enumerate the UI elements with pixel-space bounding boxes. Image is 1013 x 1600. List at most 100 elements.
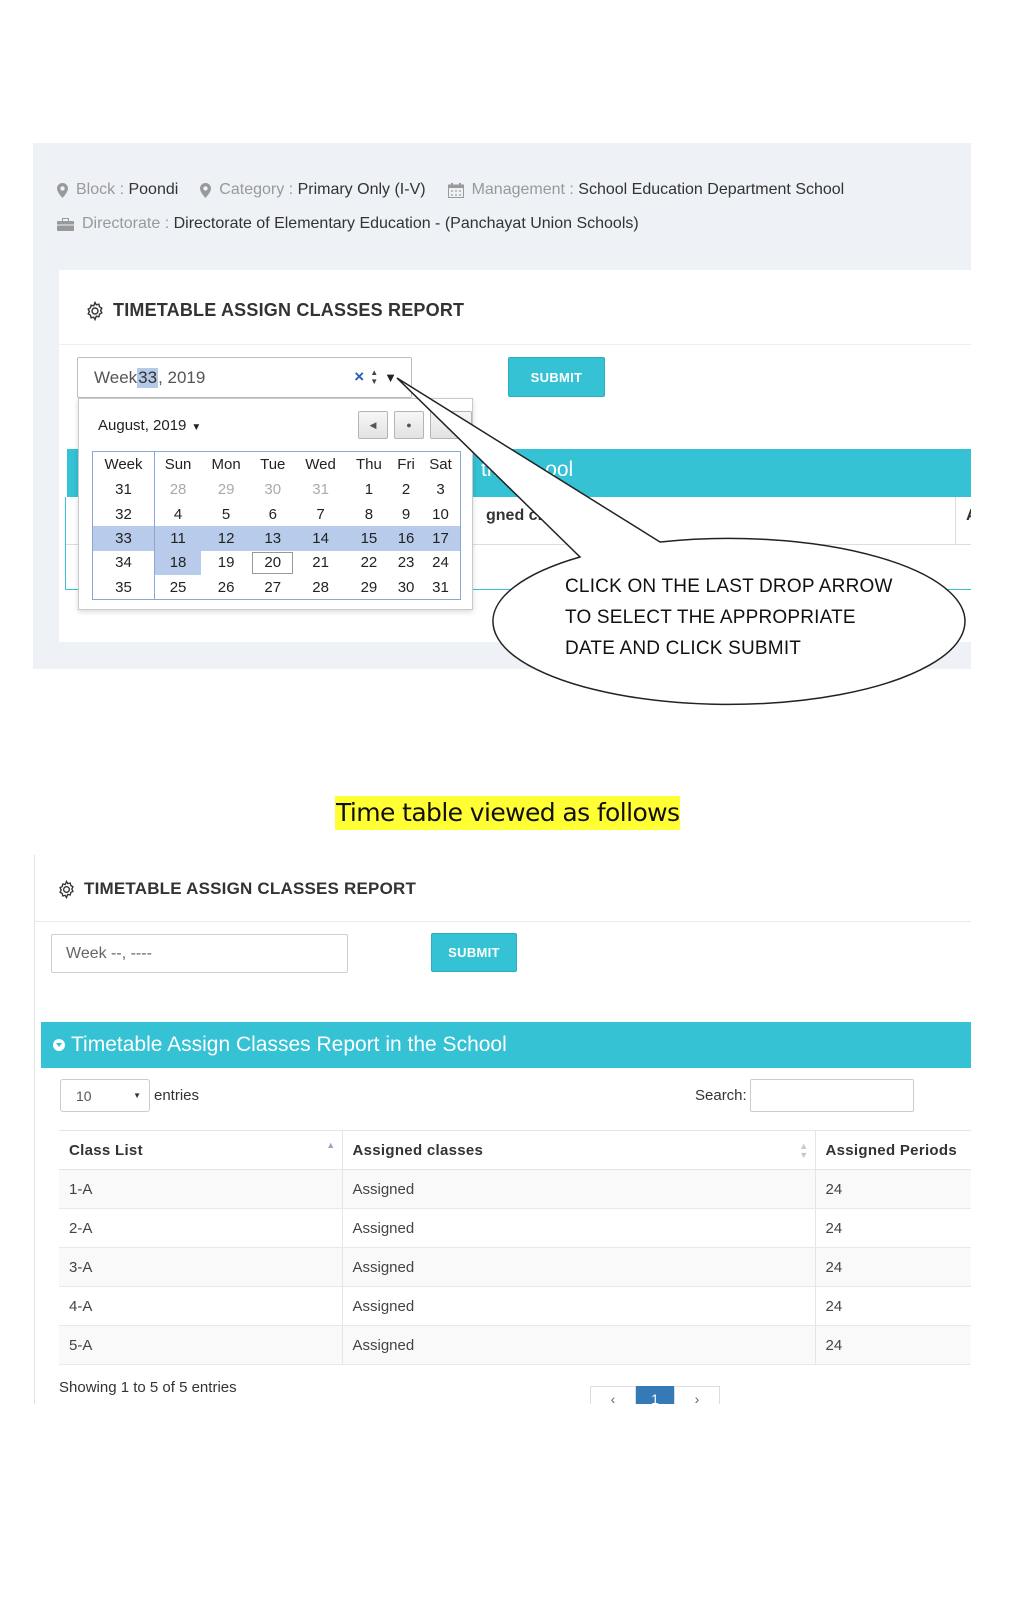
calendar-weekday-header: Week bbox=[92, 451, 155, 478]
search-input[interactable] bbox=[750, 1079, 914, 1112]
clear-icon[interactable]: × bbox=[354, 367, 364, 387]
week-datepicker-popup: August, 2019 ▼ ◀ ● ▶ Week Sun Mon Tue Wed Thu F… bbox=[78, 398, 473, 610]
month-selector[interactable]: August, 2019 ▼ bbox=[98, 417, 201, 434]
gear-icon bbox=[57, 879, 76, 899]
assign-classes-table: Class List ▲ Assigned classes ▲ ▼ Assigned … bbox=[59, 1130, 971, 1365]
calendar-day[interactable]: 5 bbox=[201, 502, 251, 526]
management-label: Management : bbox=[471, 181, 574, 198]
caption-highlight: Time table viewed as follows bbox=[335, 796, 681, 830]
calendar-day[interactable]: 20 bbox=[251, 551, 294, 575]
calendar-day[interactable]: 27 bbox=[251, 575, 294, 599]
calendar-day[interactable]: 3 bbox=[421, 478, 460, 502]
calendar-day[interactable]: 31 bbox=[294, 478, 346, 502]
calendar-week-row[interactable]: 33 11 12 13 14 15 16 17 bbox=[92, 526, 461, 551]
calendar-week-number[interactable]: 32 bbox=[92, 501, 155, 527]
school-info-line-1: Block : Poondi Category : Primary Only (… bbox=[57, 181, 866, 199]
calendar-day[interactable]: 18 bbox=[154, 550, 202, 576]
table-cell-class: 2-A bbox=[59, 1208, 342, 1248]
column-header-fragment: ɡned clas bbox=[486, 507, 560, 524]
calendar-day[interactable]: 6 bbox=[251, 502, 294, 526]
calendar-week-row[interactable]: 32 4 5 6 7 8 9 10 bbox=[92, 501, 461, 527]
calendar-week-row[interactable]: 34 18 19 20 21 22 23 24 bbox=[92, 550, 461, 576]
chevron-down-icon: ▼ bbox=[133, 1091, 141, 1100]
week-picker-input[interactable]: Week 33, 2019 × ▲ ▼ ▼ bbox=[77, 357, 412, 398]
calendar-day[interactable]: 29 bbox=[201, 478, 251, 502]
report-panel-header[interactable]: Timetable Assign Classes Report in the S… bbox=[41, 1022, 971, 1068]
today-button[interactable]: ● bbox=[394, 411, 424, 439]
submit-button[interactable]: SUBMIT bbox=[508, 357, 605, 397]
calendar-week-row[interactable]: 35 25 26 27 28 29 30 31 bbox=[92, 575, 461, 600]
block-info: Block : Poondi bbox=[57, 181, 178, 199]
map-pin-icon bbox=[200, 182, 212, 198]
calendar-weekday-header: Thu bbox=[355, 456, 382, 474]
column-header-assigned-classes[interactable]: Assigned classes ▲ ▼ bbox=[341, 1130, 815, 1170]
directorate-label: Directorate : bbox=[82, 215, 170, 232]
calendar-day[interactable]: 30 bbox=[251, 478, 294, 502]
calendar-header-row: Week Sun Mon Tue Wed Thu Fri Sat bbox=[92, 451, 461, 478]
calendar-day[interactable]: 12 bbox=[201, 526, 252, 551]
report-panel: Timetable Assign Classes Report in the S… bbox=[41, 1022, 971, 1404]
column-header-assigned-periods[interactable]: Assigned Periods bbox=[814, 1130, 971, 1170]
calendar-week-number[interactable]: 35 bbox=[92, 575, 155, 600]
calendar-day[interactable]: 15 bbox=[346, 526, 392, 551]
table-cell-class: 5-A bbox=[59, 1325, 342, 1365]
calendar-day[interactable]: 19 bbox=[201, 551, 251, 575]
pager-next[interactable]: › bbox=[674, 1386, 720, 1404]
calendar-day[interactable]: 2 bbox=[391, 478, 421, 502]
prev-month-button[interactable]: ◀ bbox=[358, 411, 388, 439]
dropdown-arrow-icon[interactable]: ▼ bbox=[384, 370, 397, 385]
calendar-day[interactable]: 11 bbox=[154, 526, 202, 551]
calendar-day[interactable]: 9 bbox=[391, 502, 421, 526]
calendar-day[interactable]: 23 bbox=[391, 551, 421, 575]
caret-down-icon: ▼ bbox=[191, 422, 202, 433]
next-month-button[interactable]: ▶ bbox=[430, 411, 472, 439]
pager-page-1[interactable]: 1 bbox=[636, 1386, 674, 1404]
calendar-weekday-header: Sun bbox=[164, 456, 192, 474]
calendar-day[interactable]: 17 bbox=[421, 526, 461, 551]
category-value: Primary Only (I-V) bbox=[297, 181, 426, 198]
title-divider bbox=[59, 344, 971, 345]
report-title: TIMETABLE ASSIGN CLASSES REPORT bbox=[57, 879, 416, 899]
calendar-week-number[interactable]: 31 bbox=[92, 477, 155, 502]
table-row: 3-A Assigned 24 bbox=[59, 1247, 971, 1287]
calendar-week-number[interactable]: 33 bbox=[92, 526, 155, 551]
calendar-day[interactable]: 26 bbox=[201, 575, 251, 599]
spinner-icon[interactable]: ▲ ▼ bbox=[370, 368, 378, 386]
table-header-row: Class List ▲ Assigned classes ▲ ▼ Assigned … bbox=[59, 1130, 971, 1170]
calendar-day[interactable]: 22 bbox=[347, 551, 391, 575]
calendar-day[interactable]: 31 bbox=[421, 575, 460, 599]
directorate-value: Directorate of Elementary Education - (P… bbox=[173, 215, 639, 232]
calendar-day[interactable]: 28 bbox=[155, 478, 202, 502]
bottom-screenshot: TIMETABLE ASSIGN CLASSES REPORT Week --,… bbox=[34, 855, 971, 1404]
calendar-day[interactable]: 7 bbox=[294, 502, 346, 526]
calendar-day[interactable]: 21 bbox=[294, 551, 346, 575]
calendar-day[interactable]: 14 bbox=[294, 526, 347, 551]
calendar-day[interactable]: 29 bbox=[347, 575, 391, 599]
calendar-day[interactable]: 4 bbox=[155, 502, 202, 526]
calendar-day[interactable]: 13 bbox=[251, 526, 295, 551]
calendar-day[interactable]: 8 bbox=[347, 502, 391, 526]
week-picker-input[interactable]: Week --, ---- bbox=[51, 934, 348, 973]
pager-prev[interactable]: ‹ bbox=[590, 1386, 636, 1404]
table-cell-periods: 24 bbox=[814, 1169, 971, 1209]
column-header-class-list[interactable]: Class List ▲ bbox=[59, 1130, 342, 1170]
table-row: 1-A Assigned 24 bbox=[59, 1169, 971, 1209]
briefcase-icon bbox=[57, 217, 74, 231]
pagination: ‹ 1 › bbox=[590, 1386, 720, 1404]
calendar-week-row[interactable]: 31 28 29 30 31 1 2 3 bbox=[92, 477, 461, 502]
calendar-grid: Week Sun Mon Tue Wed Thu Fri Sat 31 28 29 30 31 1 2 3 3… bbox=[92, 451, 461, 600]
calendar-day[interactable]: 30 bbox=[391, 575, 421, 599]
calendar-day[interactable]: 24 bbox=[421, 551, 460, 575]
calendar-day[interactable]: 16 bbox=[391, 526, 422, 551]
calendar-day[interactable]: 28 bbox=[294, 575, 346, 599]
week-number-selected: 33 bbox=[137, 367, 159, 388]
table-cell-periods: 24 bbox=[814, 1208, 971, 1248]
calendar-day[interactable]: 10 bbox=[421, 502, 460, 526]
submit-button[interactable]: SUBMIT bbox=[431, 933, 517, 972]
entries-per-page-select[interactable]: 10 ▼ bbox=[60, 1079, 150, 1112]
category-info: Category : Primary Only (I-V) bbox=[200, 181, 426, 199]
management-value: School Education Department School bbox=[578, 181, 845, 198]
calendar-day[interactable]: 25 bbox=[155, 575, 202, 599]
calendar-day[interactable]: 1 bbox=[347, 478, 391, 502]
calendar-week-number[interactable]: 34 bbox=[92, 550, 155, 576]
